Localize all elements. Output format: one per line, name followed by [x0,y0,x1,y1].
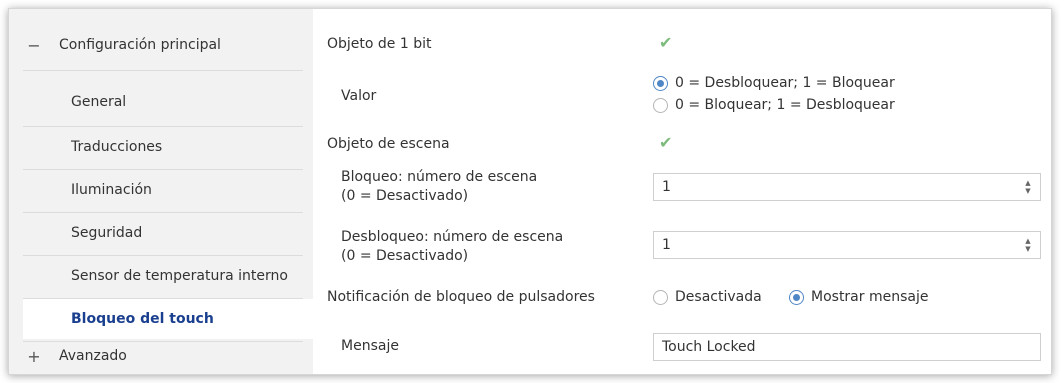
notificacion-option-1[interactable]: Mostrar mensaje [789,289,928,305]
sidebar-item-general[interactable]: General [23,84,303,120]
divider [23,212,303,213]
divider [23,70,303,71]
notificacion-label: Notificación de bloqueo de pulsadores [327,289,595,305]
bloqueo-scene-stepper[interactable]: 1 ▲ ▼ [653,173,1041,201]
spinner-arrows[interactable]: ▲ ▼ [1020,179,1036,195]
radio-icon[interactable] [653,75,668,91]
objescena-label: Objeto de escena [327,136,450,152]
radio-icon[interactable] [789,289,804,305]
sidebar-group-main[interactable]: − Configuración principal [9,27,313,63]
radio-icon[interactable] [653,289,668,305]
bloqueo-label: Bloqueo: número de escena [341,169,538,185]
divider [23,255,303,256]
sidebar-item-label: Traducciones [71,139,163,155]
bloqueo-sublabel: (0 = Desactivado) [341,188,469,204]
spin-down-icon[interactable]: ▼ [1025,245,1030,253]
expand-icon[interactable]: + [23,347,45,366]
mensaje-input[interactable]: Touch Locked [653,333,1041,361]
sidebar-item-label: Seguridad [71,225,143,241]
notificacion-option-0[interactable]: Desactivada [653,289,762,305]
sidebar-item-seguridad[interactable]: Seguridad [23,215,303,251]
divider [23,169,303,170]
app-window: − Configuración principal General Traduc… [8,8,1052,375]
valor-label: Valor [341,88,377,104]
sidebar-item-sensor-temperatura[interactable]: Sensor de temperatura interno [23,258,303,294]
radio-icon[interactable] [653,97,668,113]
sidebar-item-label: General [71,94,127,110]
mensaje-label: Mensaje [341,338,399,354]
settings-panel: Objeto de 1 bit ✔ Valor 0 = Desbloquear;… [313,9,1051,374]
valor-option-1-label: 0 = Bloquear; 1 = Desbloquear [675,97,895,113]
divider [23,126,303,127]
objescena-checkbox[interactable]: ✔ [659,133,672,152]
spin-up-icon[interactable]: ▲ [1025,179,1030,187]
desbloqueo-scene-value[interactable]: 1 [654,237,1020,253]
sidebar-item-label: Sensor de temperatura interno [71,268,288,284]
sidebar-item-traducciones[interactable]: Traducciones [23,129,303,165]
valor-option-1[interactable]: 0 = Bloquear; 1 = Desbloquear [653,97,895,113]
desbloqueo-label: Desbloqueo: número de escena [341,229,564,245]
sidebar-group-advanced[interactable]: + Avanzado [9,338,313,374]
notificacion-option-1-label: Mostrar mensaje [811,289,929,305]
notificacion-option-0-label: Desactivada [675,289,762,305]
sidebar-item-label: Bloqueo del touch [71,311,214,327]
collapse-icon[interactable]: − [23,36,45,55]
sidebar-group-advanced-label: Avanzado [59,348,127,364]
valor-option-0-label: 0 = Desbloquear; 1 = Bloquear [675,75,895,91]
desbloqueo-scene-stepper[interactable]: 1 ▲ ▼ [653,231,1041,259]
sidebar-item-bloqueo-touch[interactable]: Bloqueo del touch [23,299,313,339]
spinner-arrows[interactable]: ▲ ▼ [1020,237,1036,253]
sidebar-group-main-label: Configuración principal [59,37,221,53]
spin-up-icon[interactable]: ▲ [1025,237,1030,245]
sidebar: − Configuración principal General Traduc… [9,9,313,374]
spin-down-icon[interactable]: ▼ [1025,187,1030,195]
sidebar-item-iluminacion[interactable]: Iluminación [23,172,303,208]
obj1bit-label: Objeto de 1 bit [327,36,432,52]
bloqueo-scene-value[interactable]: 1 [654,179,1020,195]
desbloqueo-sublabel: (0 = Desactivado) [341,248,469,264]
valor-option-0[interactable]: 0 = Desbloquear; 1 = Bloquear [653,75,895,91]
obj1bit-checkbox[interactable]: ✔ [659,33,672,52]
sidebar-item-label: Iluminación [71,182,152,198]
